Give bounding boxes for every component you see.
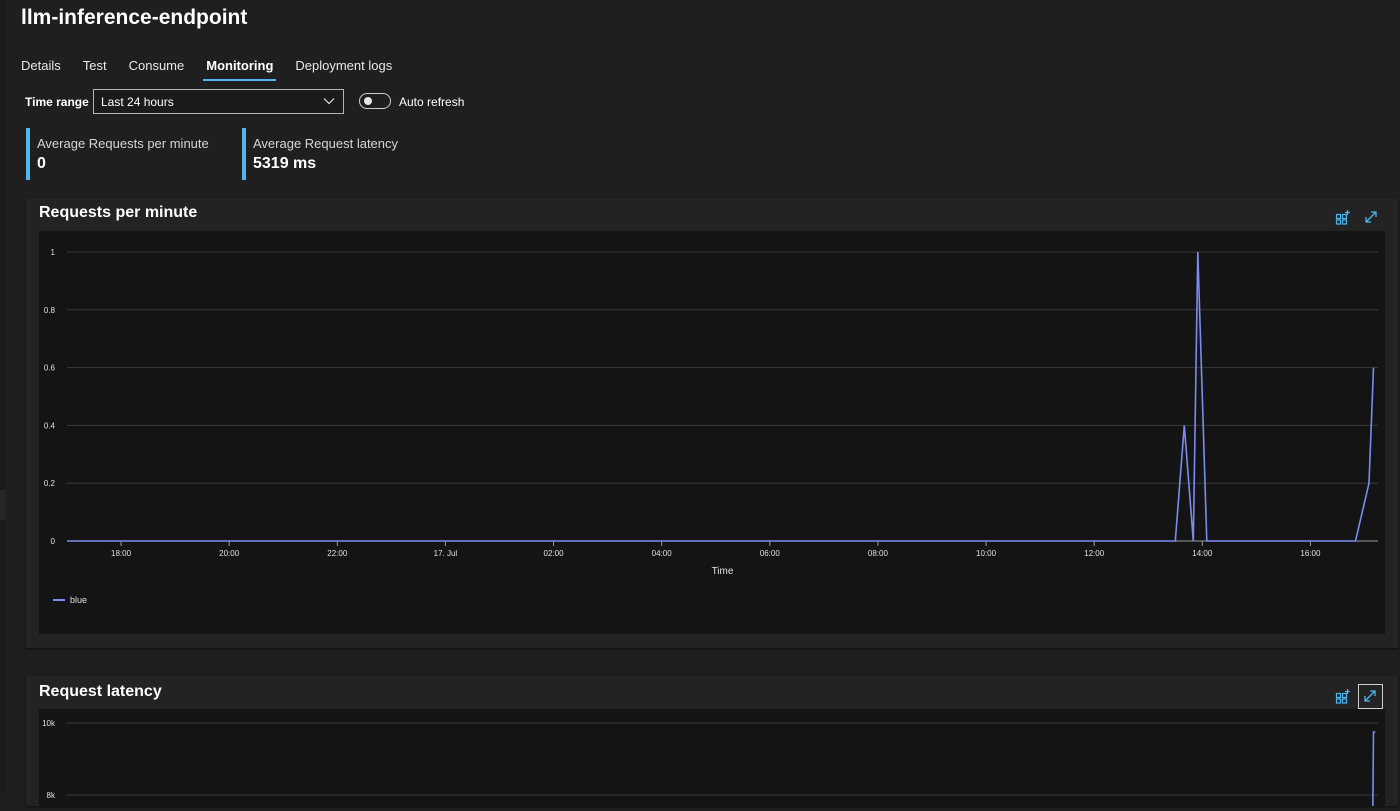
x-tick-label: 12:00	[1084, 549, 1105, 558]
y-tick-label: 0.8	[44, 306, 56, 315]
latency-chart: 8k 10k	[42, 719, 1378, 811]
metric-avg-latency: Average Request latency 5319 ms	[242, 128, 398, 180]
x-tick-label: 04:00	[652, 549, 673, 558]
dashboard-add-icon	[1335, 210, 1350, 225]
expand-icon	[1364, 690, 1376, 702]
metric-value: 5319 ms	[253, 155, 317, 172]
expand-chart-button[interactable]	[1358, 684, 1383, 709]
x-tick-label: 20:00	[219, 549, 240, 558]
x-axis-title: Time	[712, 566, 734, 577]
chart-title: Requests per minute	[39, 204, 198, 221]
x-tick-label: 17. Jul	[434, 549, 458, 558]
requests-chart: 0 0.2 0.4 0.6 0.8 1 18:00 20:00 22:00 17. Jul 02:0…	[44, 248, 1378, 605]
y-tick-label: 10k	[42, 719, 56, 728]
y-tick-label: 0	[51, 537, 56, 546]
add-to-dashboard-button[interactable]	[1332, 685, 1354, 707]
series-line	[67, 251, 1375, 542]
x-tick-label: 10:00	[976, 549, 997, 558]
toggle-knob	[364, 97, 372, 105]
time-range-dropdown[interactable]: Last 24 hours	[93, 89, 344, 114]
chevron-down-icon	[323, 98, 335, 105]
chart-title: Request latency	[39, 683, 162, 700]
tab-test[interactable]: Test	[83, 58, 107, 81]
y-tick-label: 8k	[47, 791, 56, 800]
expand-icon	[1365, 211, 1377, 223]
requests-plot-area: 0 0.2 0.4 0.6 0.8 1 18:00 20:00 22:00 17. Jul 02:0…	[39, 231, 1385, 634]
tab-monitoring[interactable]: Monitoring	[203, 58, 277, 81]
dashboard-add-icon	[1335, 689, 1350, 704]
y-tick-label: 1	[51, 248, 56, 257]
x-tick-label: 02:00	[544, 549, 565, 558]
time-range-label: Time range	[25, 95, 89, 109]
x-tick-label: 18:00	[111, 549, 132, 558]
x-tick-label: 22:00	[327, 549, 348, 558]
y-tick-label: 0.2	[44, 479, 56, 488]
legend-label: blue	[70, 595, 87, 605]
metric-label: Average Requests per minute	[37, 136, 209, 151]
tab-bar: Details Test Consume Monitoring Deployme…	[21, 58, 414, 81]
page-title: llm-inference-endpoint	[21, 6, 248, 29]
metric-label: Average Request latency	[253, 136, 399, 151]
left-edge-strip	[0, 0, 5, 793]
tab-details[interactable]: Details	[21, 58, 61, 81]
tab-deployment-logs[interactable]: Deployment logs	[295, 58, 392, 81]
latency-plot-area: 8k 10k	[39, 709, 1385, 811]
add-to-dashboard-button[interactable]	[1332, 206, 1354, 228]
y-tick-label: 0.6	[44, 364, 56, 373]
tab-consume[interactable]: Consume	[129, 58, 185, 81]
x-tick-label: 14:00	[1192, 549, 1213, 558]
metric-value: 0	[37, 155, 46, 172]
x-tick-label: 08:00	[868, 549, 889, 558]
time-range-value: Last 24 hours	[101, 95, 174, 109]
x-tick-label: 16:00	[1300, 549, 1321, 558]
left-edge-handle	[0, 490, 5, 520]
auto-refresh-toggle[interactable]	[359, 93, 391, 109]
latency-chart-card: Request latency 8k 10k	[26, 676, 1398, 811]
metric-avg-requests: Average Requests per minute 0	[26, 128, 209, 180]
expand-chart-button[interactable]	[1360, 206, 1382, 228]
y-tick-label: 0.4	[44, 421, 56, 430]
x-tick-label: 06:00	[760, 549, 781, 558]
requests-chart-card: Requests per minute 0 0.2 0.4 0.6 0.8 1 18:00 2…	[26, 198, 1398, 648]
auto-refresh-label: Auto refresh	[399, 95, 465, 109]
